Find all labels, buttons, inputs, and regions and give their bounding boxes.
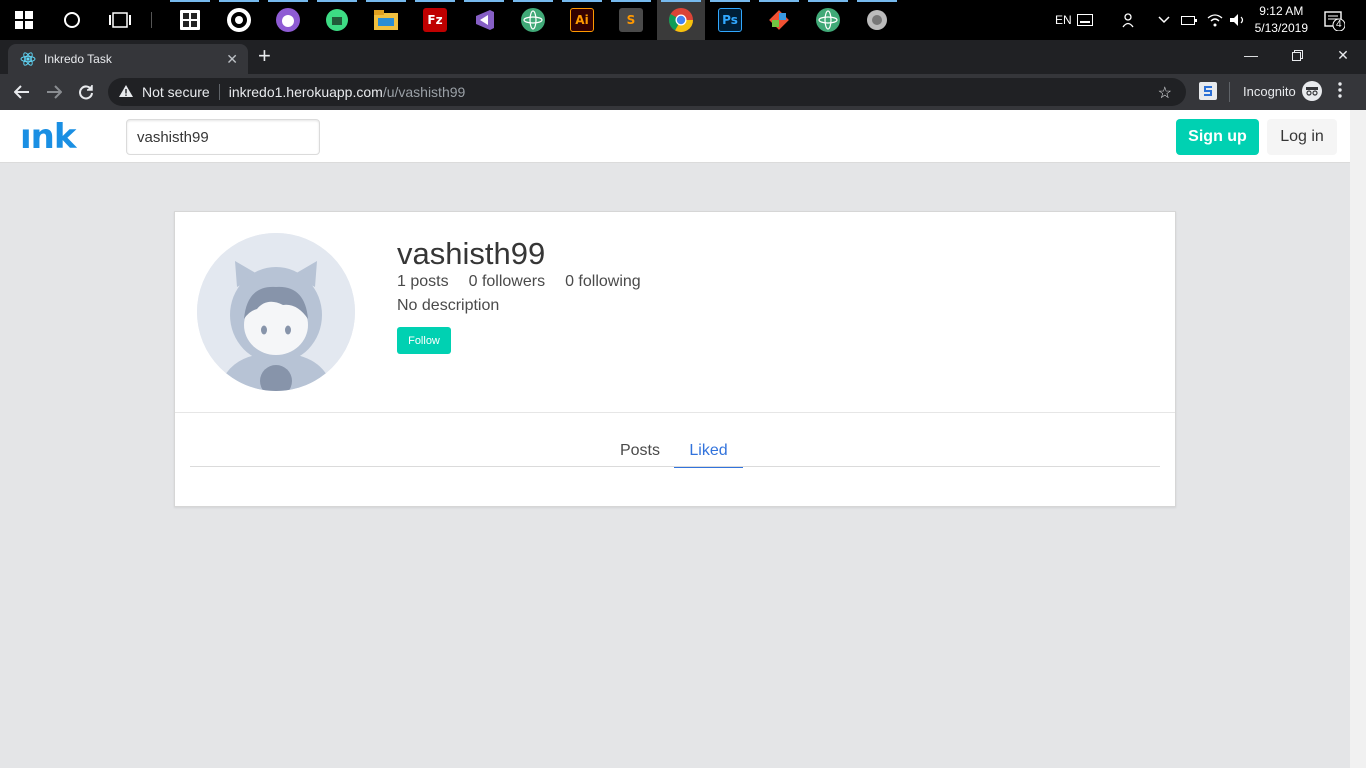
page-scrollbar[interactable]	[1350, 110, 1366, 768]
browser-toolbar: Not secure inkredo1.herokuapp.com/u/vash…	[0, 74, 1366, 110]
url-path: /u/vashisth99	[382, 84, 466, 100]
tab-posts[interactable]: Posts	[608, 434, 672, 467]
profile-card: vashisth99 1 posts 0 followers 0 followi…	[174, 211, 1176, 507]
wifi-icon[interactable]	[1207, 0, 1223, 40]
file-explorer-icon[interactable]	[362, 0, 410, 40]
bookmark-star-icon[interactable]: ☆	[1158, 83, 1172, 103]
follow-button[interactable]: Follow	[397, 327, 451, 354]
card-divider	[175, 412, 1175, 413]
react-favicon-icon	[20, 52, 36, 66]
visual-studio-icon[interactable]	[460, 0, 508, 40]
profile-tabs: Posts Liked	[190, 434, 1160, 468]
android-studio-icon[interactable]	[313, 0, 361, 40]
octocat-avatar-icon	[197, 233, 355, 391]
language-indicator[interactable]: EN	[1055, 0, 1072, 40]
profile-stats: 1 posts 0 followers 0 following	[397, 273, 661, 291]
minimize-icon[interactable]: —	[1228, 40, 1274, 70]
illustrator-icon[interactable]: Ai	[558, 0, 606, 40]
atom-icon-2[interactable]	[804, 0, 852, 40]
clock-time: 9:12 AM	[1259, 4, 1304, 18]
profile-description: No description	[397, 297, 500, 314]
profile-username: vashisth99	[397, 236, 546, 271]
forward-icon[interactable]	[42, 80, 66, 104]
keyboard-icon[interactable]	[1077, 0, 1093, 40]
site-logo[interactable]: ınk	[20, 120, 76, 154]
browser-tab[interactable]: Inkredo Task ✕	[8, 44, 248, 74]
omnibox-separator	[218, 84, 220, 100]
browser-tab-strip: Inkredo Task ✕	[0, 40, 1366, 74]
close-window-icon[interactable]: ✕	[1320, 40, 1366, 70]
posts-count[interactable]: 1 posts	[397, 273, 449, 291]
filezilla-icon[interactable]: Fz	[411, 0, 459, 40]
site-navbar: ınk Sign up Log in	[0, 110, 1350, 163]
obs-icon[interactable]	[215, 0, 263, 40]
followers-count[interactable]: 0 followers	[469, 273, 545, 291]
security-label[interactable]: Not secure	[142, 84, 210, 100]
task-view-icon[interactable]	[96, 0, 144, 40]
signup-button[interactable]: Sign up	[1176, 119, 1259, 155]
cortana-search-icon[interactable]	[48, 0, 96, 40]
git-icon[interactable]	[755, 0, 803, 40]
new-tab-icon[interactable]: +	[258, 44, 271, 68]
taskbar-divider	[151, 12, 152, 28]
speaker-app-icon[interactable]	[853, 0, 901, 40]
following-count[interactable]: 0 following	[565, 273, 641, 291]
restore-icon[interactable]	[1274, 40, 1320, 70]
tab-liked[interactable]: Liked	[674, 434, 743, 468]
store-icon[interactable]	[166, 0, 214, 40]
toolbar-divider	[1229, 82, 1230, 102]
reload-icon[interactable]	[74, 80, 98, 104]
incognito-icon[interactable]	[1302, 81, 1322, 101]
menu-kebab-icon[interactable]	[1338, 82, 1342, 98]
url-host: inkredo1.herokuapp.com	[228, 84, 383, 100]
people-icon[interactable]	[1122, 0, 1138, 40]
login-button[interactable]: Log in	[1267, 119, 1337, 155]
warning-icon[interactable]	[118, 84, 134, 101]
photoshop-icon[interactable]: Ps	[706, 0, 754, 40]
clock-date: 5/13/2019	[1254, 21, 1308, 35]
back-icon[interactable]	[10, 80, 34, 104]
windows-taskbar: Fz Ai S Ps EN 9:12 AM 5/13/2019 4	[0, 0, 1366, 40]
chrome-icon[interactable]	[657, 0, 705, 40]
search-input[interactable]	[126, 119, 320, 155]
extension-s-icon[interactable]	[1199, 82, 1217, 100]
atom-icon[interactable]	[509, 0, 557, 40]
battery-icon[interactable]	[1181, 0, 1197, 40]
volume-icon[interactable]	[1229, 0, 1247, 40]
github-desktop-icon[interactable]	[264, 0, 312, 40]
tab-title: Inkredo Task	[44, 52, 112, 66]
address-bar[interactable]: Not secure inkredo1.herokuapp.com/u/vash…	[108, 78, 1186, 106]
page-content: ınk Sign up Log in vashisth99 1 posts 0 …	[0, 110, 1350, 768]
close-tab-icon[interactable]: ✕	[226, 51, 238, 68]
chevron-up-icon[interactable]	[1158, 0, 1170, 40]
action-center-icon[interactable]: 4	[1323, 0, 1345, 40]
incognito-label: Incognito	[1243, 84, 1296, 99]
clock[interactable]: 9:12 AM 5/13/2019	[1255, 3, 1308, 37]
windows-start-icon[interactable]	[0, 0, 48, 40]
sublime-text-icon[interactable]: S	[607, 0, 655, 40]
notification-count: 4	[1336, 19, 1342, 30]
avatar	[197, 233, 355, 391]
